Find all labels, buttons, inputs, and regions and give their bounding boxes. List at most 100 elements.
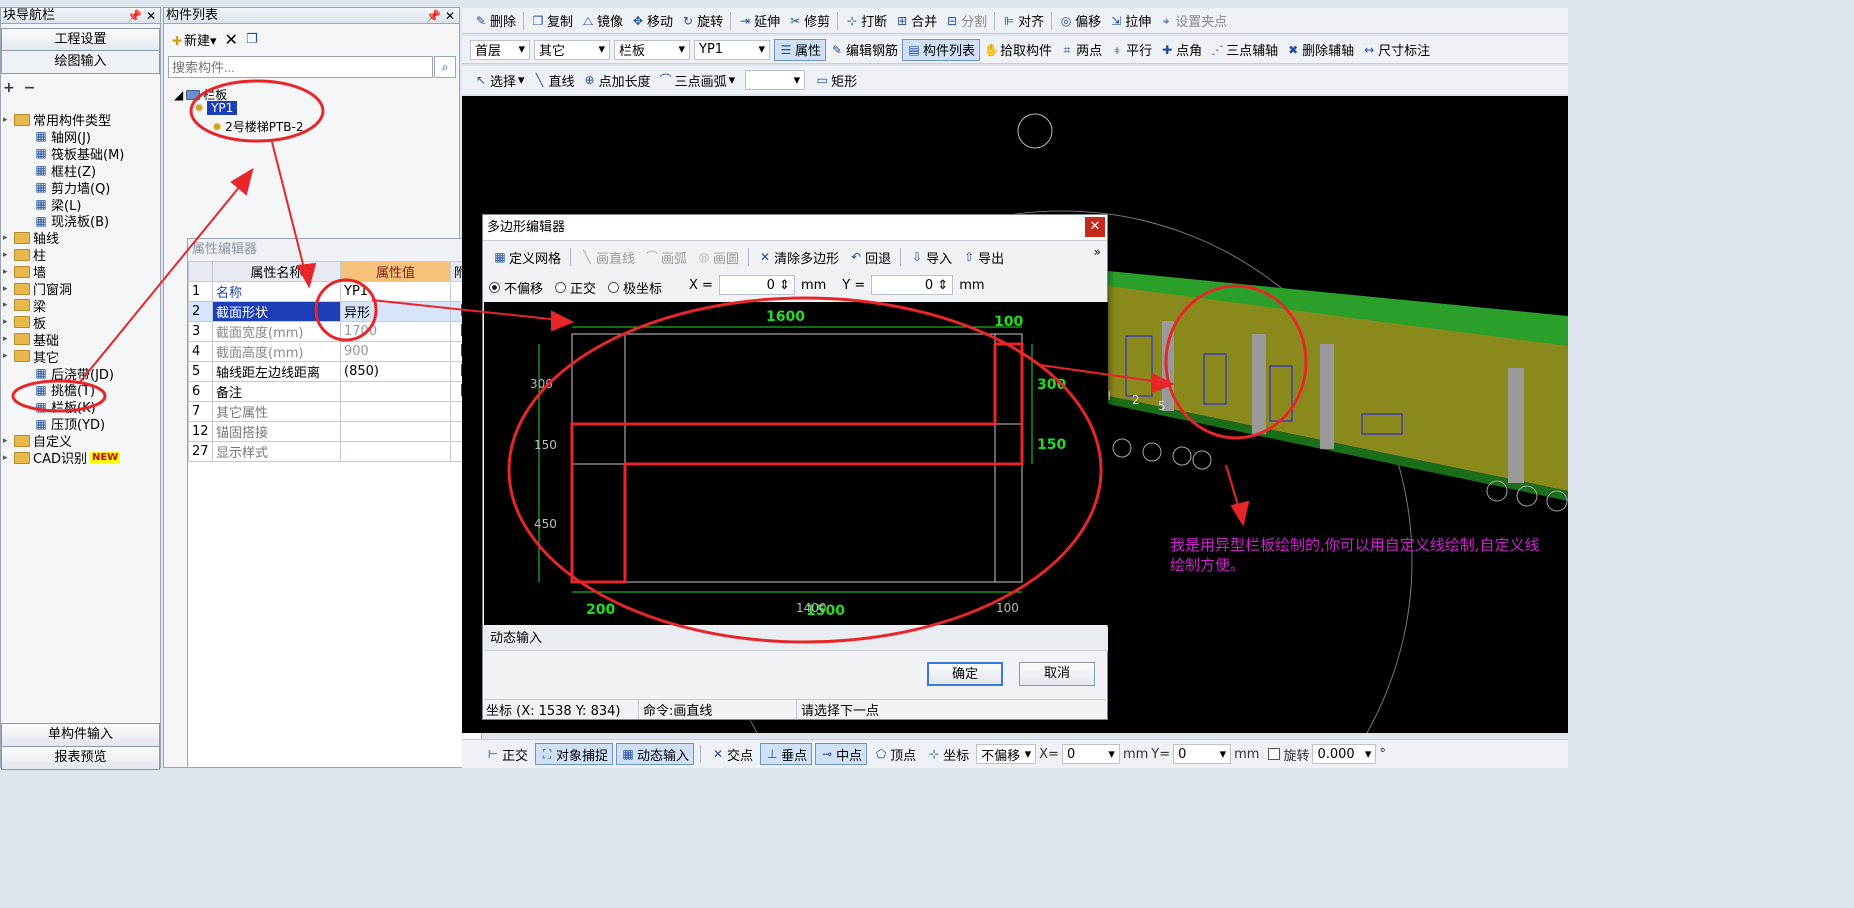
snap-3-button[interactable]: ✕ 交点 bbox=[707, 743, 757, 765]
copy-icon[interactable]: ❐ bbox=[246, 32, 258, 47]
polygon-canvas[interactable]: 1600 100 300 150 200 1500 300 150 450 14… bbox=[484, 302, 1108, 625]
search-input[interactable] bbox=[168, 56, 433, 78]
expand-icon[interactable]: ▸ bbox=[3, 233, 11, 243]
expand-icon[interactable]: ▸ bbox=[3, 250, 11, 260]
table-row[interactable]: 12 锚固搭接 bbox=[188, 421, 484, 442]
floor-select[interactable]: 首层 ▾ bbox=[470, 39, 530, 60]
expand-icon[interactable]: ▸ bbox=[3, 115, 11, 125]
dialog-tool-button[interactable]: ╲ 画直线 bbox=[576, 246, 639, 268]
expand-icon[interactable]: ▸ bbox=[3, 436, 11, 446]
dialog-tool-button[interactable]: ◎ 画圆 bbox=[693, 246, 743, 268]
comp-select[interactable]: 栏板 ▾ bbox=[614, 39, 690, 60]
offset-radio[interactable]: 极坐标 bbox=[608, 278, 662, 297]
tool-x522096648f85-button[interactable]: ✖ 删除辅轴 bbox=[1282, 39, 1358, 61]
overflow-icon[interactable]: » bbox=[1094, 245, 1101, 259]
dynamic-input-tab[interactable]: 动态输入 bbox=[484, 627, 1108, 651]
tool-x77e95f62-button[interactable]: ▭ 矩形 bbox=[811, 69, 861, 91]
name-select[interactable]: YP1 ▾ bbox=[694, 39, 770, 60]
y-input[interactable]: 0 ⇕ bbox=[871, 275, 954, 295]
ok-button[interactable]: 确定 bbox=[927, 662, 1003, 686]
offset-radio[interactable]: 不偏移 bbox=[489, 278, 543, 297]
tool-x79fb52a8-button[interactable]: ✥ 移动 bbox=[627, 10, 677, 32]
snap-6-button[interactable]: ⬠ 顶点 bbox=[870, 743, 920, 765]
tool-x5e73884c-button[interactable]: ⧧ 平行 bbox=[1106, 39, 1156, 61]
tool-x5bf99f50-button[interactable]: ⊫ 对齐 bbox=[998, 10, 1048, 32]
tool-x70b989d2-button[interactable]: ✚ 点角 bbox=[1156, 39, 1206, 61]
tool-x76f47ebf-button[interactable]: ╲ 直线 bbox=[529, 69, 579, 91]
x-field[interactable]: 0 ▾ bbox=[1061, 744, 1120, 764]
snap-2-button[interactable]: ▦ 动态输入 bbox=[616, 743, 695, 765]
dialog-close-button[interactable]: ✕ bbox=[1085, 217, 1105, 237]
dialog-tool-button[interactable]: ▦ 定义网格 bbox=[489, 246, 565, 268]
tool-x955c50cf-button[interactable]: ⧍ 镜像 bbox=[577, 10, 627, 32]
tool-x900962e9-button[interactable]: ↖ 选择 ▾ bbox=[470, 69, 529, 91]
cancel-button[interactable]: 取消 bbox=[1019, 662, 1095, 686]
rotate-field[interactable]: 0.000 ▾ bbox=[1312, 744, 1377, 764]
nav-item-project-settings[interactable]: 工程设置 bbox=[1, 28, 160, 52]
snap-5-button[interactable]: ⊸ 中点 bbox=[815, 743, 868, 765]
list-item[interactable]: ✹ YP1 bbox=[194, 101, 238, 115]
tool-x8bbe7f6e5939-button[interactable]: ⌖ 设置夹点 bbox=[1155, 10, 1231, 32]
dialog-tool-button[interactable]: ↶ 回退 bbox=[845, 246, 895, 268]
tool-x4e0970b9753b-button[interactable]: ⌒ 三点画弧 ▾ bbox=[655, 69, 740, 91]
tool-x52065272-button[interactable]: ⊟ 分割 bbox=[941, 10, 991, 32]
tool-x52209664-button[interactable]: ✎ 删除 bbox=[470, 10, 520, 32]
nav-item-single-input[interactable]: 单构件输入 bbox=[1, 723, 160, 747]
tool-x4fee526a-button[interactable]: ✂ 修剪 bbox=[784, 10, 834, 32]
x-input[interactable]: 0 ⇕ bbox=[718, 275, 795, 295]
search-icon[interactable]: ⌕ bbox=[434, 56, 456, 78]
expand-icon[interactable]: ▸ bbox=[3, 317, 11, 327]
table-row[interactable]: 3 截面宽度(mm) 1700 bbox=[188, 321, 484, 342]
dialog-tool-button[interactable]: ⇧ 导出 bbox=[958, 246, 1008, 268]
table-row[interactable]: 4 截面高度(mm) 900 bbox=[188, 341, 484, 362]
expand-icon[interactable]: ▸ bbox=[3, 267, 11, 277]
offset-select[interactable]: 不偏移 ▾ bbox=[976, 744, 1037, 764]
nav-item-report-preview[interactable]: 报表预览 bbox=[1, 746, 160, 770]
expand-icon[interactable]: ▸ bbox=[3, 453, 11, 463]
tool-x67844ef65217-button[interactable]: ▤ 构件列表 bbox=[902, 38, 981, 61]
tree-item[interactable]: ▸ CAD识别 NEW bbox=[3, 448, 121, 467]
table-row[interactable]: 2 截面形状 异形 bbox=[188, 301, 484, 322]
new-button[interactable]: ✚ 新建▾ bbox=[170, 30, 217, 49]
arc-mode-select[interactable]: ▾ bbox=[745, 70, 806, 90]
snap-1-button[interactable]: ⛶ 对象捕捉 bbox=[535, 743, 614, 765]
y-field[interactable]: 0 ▾ bbox=[1173, 744, 1232, 764]
offset-radio[interactable]: 正交 bbox=[555, 278, 596, 297]
delete-icon[interactable]: ✕ bbox=[225, 30, 238, 49]
expand-icon[interactable]: ▸ bbox=[3, 284, 11, 294]
dialog-tool-button[interactable]: ⌒ 画弧 bbox=[641, 246, 691, 268]
close-icon[interactable]: 📌 ✕ bbox=[127, 8, 156, 24]
table-row[interactable]: 5 轴线距左边线距离 (850) bbox=[188, 361, 484, 382]
tool-x4e2470b9-button[interactable]: ⌗ 两点 bbox=[1056, 39, 1106, 61]
tool-x62fe53d66784-button[interactable]: ✋ 拾取构件 bbox=[980, 39, 1056, 61]
list-item[interactable]: ✹ 2号楼梯PTB-2 bbox=[212, 118, 303, 135]
tool-x65cb8f6c-button[interactable]: ↻ 旋转 bbox=[677, 10, 727, 32]
dialog-tool-button[interactable]: ✕ 清除多边形 bbox=[754, 246, 843, 268]
table-row[interactable]: 27 显示样式 bbox=[188, 441, 484, 462]
type-select[interactable]: 其它 ▾ bbox=[534, 39, 610, 60]
tool-x5ef64f38-button[interactable]: ⇥ 延伸 bbox=[734, 10, 784, 32]
snap-0-button[interactable]: ⊢ 正交 bbox=[482, 743, 532, 765]
expand-icon[interactable]: ▸ bbox=[3, 334, 11, 344]
table-row[interactable]: 7 其它属性 bbox=[188, 401, 484, 422]
tool-x54085e76-button[interactable]: ⊞ 合并 bbox=[891, 10, 941, 32]
snap-7-button[interactable]: ⊹ 坐标 bbox=[923, 743, 973, 765]
expand-icon[interactable]: ▸ bbox=[3, 351, 11, 361]
dialog-tool-button[interactable]: ⇩ 导入 bbox=[906, 246, 956, 268]
expand-icon[interactable]: ▸ bbox=[3, 300, 11, 310]
tool-x590d5236-button[interactable]: ❐ 复制 bbox=[527, 10, 577, 32]
close-icon[interactable]: 📌 ✕ bbox=[426, 8, 455, 24]
tool-x625365ad-button[interactable]: ⊹ 打断 bbox=[841, 10, 891, 32]
tool-x62c94f38-button[interactable]: ⇲ 拉伸 bbox=[1105, 10, 1155, 32]
tool-x504f79fb-button[interactable]: ◎ 偏移 bbox=[1055, 10, 1105, 32]
table-row[interactable]: 1 名称 YP1 bbox=[188, 281, 484, 302]
tool-x7f168f9194a2-button[interactable]: ✎ 编辑钢筋 bbox=[826, 39, 902, 61]
rotate-checkbox[interactable] bbox=[1268, 748, 1281, 760]
tool-x4e0970b98f85-button[interactable]: ⋰ 三点辅轴 bbox=[1206, 39, 1282, 61]
snap-4-button[interactable]: ⊥ 垂点 bbox=[760, 743, 813, 765]
tool-x5c5e6027-button[interactable]: ☰ 属性 bbox=[774, 38, 827, 61]
nav-item-drawing-input[interactable]: 绘图输入 bbox=[1, 50, 160, 74]
tool-x70b952a0957f-button[interactable]: ⊕ 点加长度 bbox=[579, 69, 655, 91]
table-row[interactable]: 6 备注 bbox=[188, 381, 484, 402]
tool-x5c3a5bf86807-button[interactable]: ↔ 尺寸标注 bbox=[1358, 39, 1434, 61]
